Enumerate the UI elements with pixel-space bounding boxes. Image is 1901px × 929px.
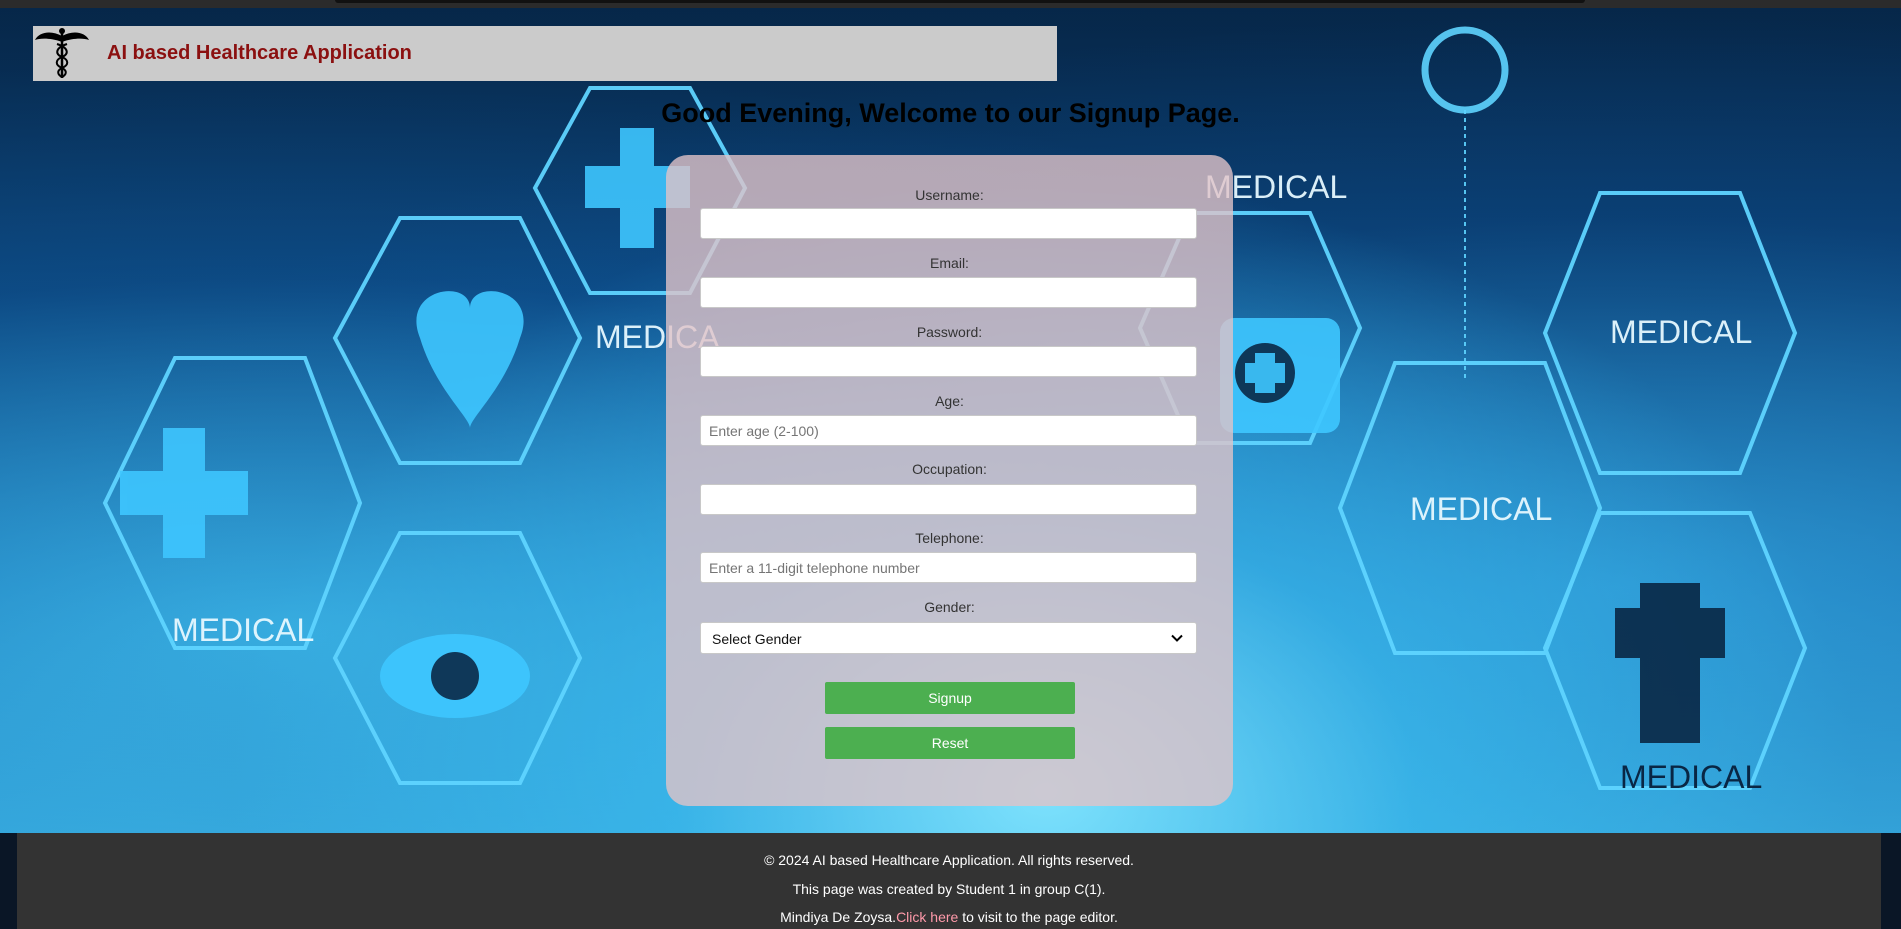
username-input[interactable] (700, 208, 1197, 239)
hex-label: MEDICAL (172, 612, 314, 648)
page-editor-link[interactable]: Click here (896, 909, 958, 925)
footer: © 2024 AI based Healthcare Application. … (17, 833, 1881, 929)
reset-button[interactable]: Reset (825, 727, 1075, 759)
footer-author: Mindiya De Zoysa. (780, 909, 897, 925)
gender-label: Gender: (924, 599, 975, 615)
password-input[interactable] (700, 346, 1197, 377)
telephone-label: Telephone: (915, 530, 984, 546)
signup-form: Username: Email: Password: Age: Occupati… (666, 155, 1233, 806)
hex-label: MEDICAL (1620, 759, 1762, 795)
footer-created-by: This page was created by Student 1 in gr… (792, 881, 1106, 897)
welcome-heading: Good Evening, Welcome to our Signup Page… (661, 98, 1240, 128)
footer-author-line: Mindiya De Zoysa.Click here to visit to … (17, 909, 1881, 925)
footer-link-suffix: to visit to the page editor. (958, 909, 1118, 925)
gender-select[interactable]: Select Gender (700, 622, 1197, 654)
top-strip (0, 0, 1901, 8)
password-label: Password: (916, 324, 983, 340)
gender-selected-value: Select Gender (712, 631, 802, 647)
chevron-down-icon (1171, 634, 1183, 642)
occupation-input[interactable] (700, 484, 1197, 515)
age-input[interactable] (700, 415, 1197, 446)
caduceus-icon (33, 26, 91, 81)
app-header: AI based Healthcare Application (33, 26, 1057, 81)
hex-label: MEDICAL (1610, 314, 1752, 350)
telephone-input[interactable] (700, 552, 1197, 583)
hex-label: MEDICAL (1410, 491, 1552, 527)
email-input[interactable] (700, 277, 1197, 308)
app-title: AI based Healthcare Application (107, 42, 412, 64)
occupation-label: Occupation: (912, 461, 987, 477)
email-label: Email: (930, 255, 969, 271)
signup-button[interactable]: Signup (825, 682, 1075, 714)
age-label: Age: (935, 393, 964, 409)
footer-copyright: © 2024 AI based Healthcare Application. … (764, 852, 1134, 868)
username-label: Username: (915, 187, 984, 203)
